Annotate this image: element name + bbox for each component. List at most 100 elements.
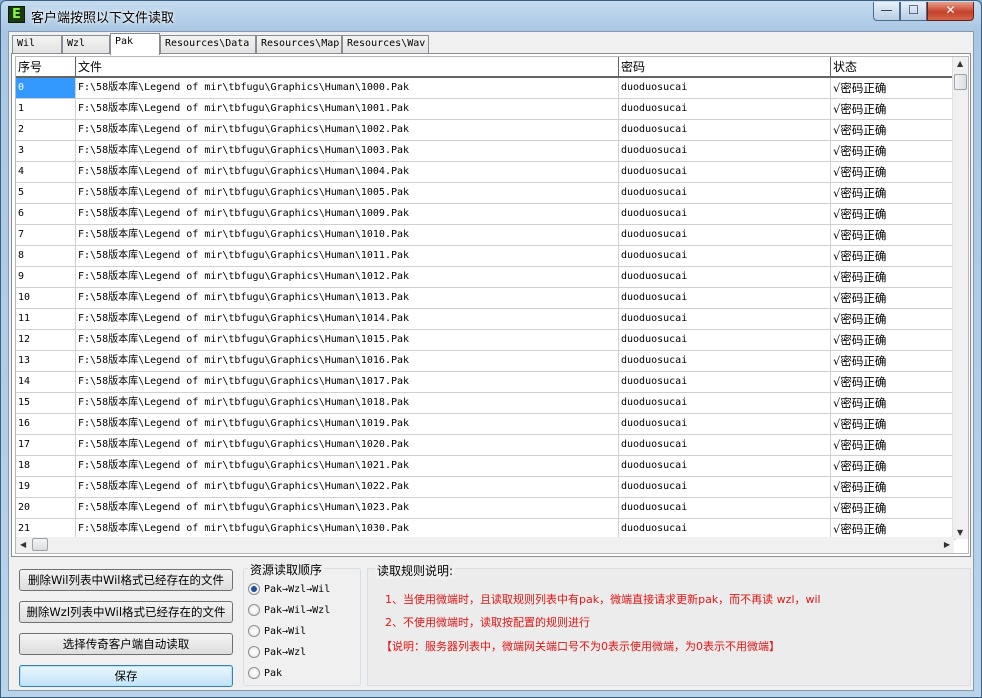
order-option-4[interactable]: Pak→Wzl [248,644,306,660]
column-header-file[interactable]: 文件 [76,57,619,77]
save-button[interactable]: 保存 [19,665,233,687]
cell-status: √密码正确 [831,351,956,371]
order-option-5[interactable]: Pak [248,665,282,681]
table-row[interactable]: 12 F:\58版本库\Legend of mir\tbfugu\Graphics… [16,330,956,351]
table-row[interactable]: 9 F:\58版本库\Legend of mir\tbfugu\Graphics\… [16,267,956,288]
table-row[interactable]: 4 F:\58版本库\Legend of mir\tbfugu\Graphics\… [16,162,956,183]
table-row[interactable]: 18 F:\58版本库\Legend of mir\tbfugu\Graphics… [16,456,956,477]
cell-status: √密码正确 [831,435,956,455]
delete-wzl-button[interactable]: 删除Wzl列表中Wil格式已经存在的文件 [19,601,233,623]
file-table[interactable]: 序号 文件 密码 状态 0 F:\58版本库\Legend of mir\tbfu… [15,56,969,554]
select-client-button[interactable]: 选择传奇客户端自动读取 [19,633,233,655]
minimize-button[interactable]: — [873,2,900,21]
cell-status: √密码正确 [831,204,956,224]
cell-password: duoduosucai [619,120,831,140]
order-option-label: Pak [264,667,283,679]
scroll-left-icon[interactable]: ◀ [20,540,26,549]
cell-index: 21 [16,519,76,539]
scroll-up-icon[interactable]: ▲ [957,59,963,68]
cell-file: F:\58版本库\Legend of mir\tbfugu\Graphics\H… [76,246,619,266]
cell-password: duoduosucai [619,183,831,203]
cell-password: duoduosucai [619,351,831,371]
cell-status: √密码正确 [831,120,956,140]
read-order-group: 资源读取顺序 Pak→Wzl→Wil Pak→Wil→Wzl Pak→Wil P… [243,561,361,686]
table-row[interactable]: 8 F:\58版本库\Legend of mir\tbfugu\Graphics\… [16,246,956,267]
table-row[interactable]: 20 F:\58版本库\Legend of mir\tbfugu\Graphics… [16,498,956,519]
table-row[interactable]: 5 F:\58版本库\Legend of mir\tbfugu\Graphics\… [16,183,956,204]
cell-status: √密码正确 [831,225,956,245]
tab-resources-map[interactable]: Resources\Map [256,35,342,53]
cell-password: duoduosucai [619,330,831,350]
cell-file: F:\58版本库\Legend of mir\tbfugu\Graphics\H… [76,99,619,119]
table-row[interactable]: 11 F:\58版本库\Legend of mir\tbfugu\Graphics… [16,309,956,330]
table-row[interactable]: 1 F:\58版本库\Legend of mir\tbfugu\Graphics\… [16,99,956,120]
cell-index: 19 [16,477,76,497]
cell-status: √密码正确 [831,309,956,329]
tab-resources-wav[interactable]: Resources\Wav [342,35,429,53]
cell-file: F:\58版本库\Legend of mir\tbfugu\Graphics\H… [76,183,619,203]
cell-index: 11 [16,309,76,329]
app-window: E 客户端按照以下文件读取 — ☐ ✕ Wil Wzl Pak Resource… [0,0,982,698]
table-row[interactable]: 17 F:\58版本库\Legend of mir\tbfugu\Graphics… [16,435,956,456]
order-option-1[interactable]: Pak→Wzl→Wil [248,581,330,597]
cell-index: 6 [16,204,76,224]
window-title: 客户端按照以下文件读取 [31,11,175,26]
table-row[interactable]: 15 F:\58版本库\Legend of mir\tbfugu\Graphics… [16,393,956,414]
table-row[interactable]: 19 F:\58版本库\Legend of mir\tbfugu\Graphics… [16,477,956,498]
table-row[interactable]: 6 F:\58版本库\Legend of mir\tbfugu\Graphics\… [16,204,956,225]
cell-file: F:\58版本库\Legend of mir\tbfugu\Graphics\H… [76,414,619,434]
vertical-scrollbar[interactable]: ▲ ▼ [952,57,968,539]
table-row[interactable]: 2 F:\58版本库\Legend of mir\tbfugu\Graphics\… [16,120,956,141]
cell-index: 12 [16,330,76,350]
cell-file: F:\58版本库\Legend of mir\tbfugu\Graphics\H… [76,477,619,497]
column-header-status[interactable]: 状态 [831,57,956,77]
cell-index: 15 [16,393,76,413]
radio-unchecked-icon[interactable] [248,667,260,679]
scroll-down-icon[interactable]: ▼ [957,528,963,537]
cell-password: duoduosucai [619,519,831,539]
cell-file: F:\58版本库\Legend of mir\tbfugu\Graphics\H… [76,78,619,98]
maximize-button[interactable]: ☐ [900,2,927,21]
tab-wzl[interactable]: Wzl [62,35,110,53]
order-option-label: Pak→Wil [264,625,307,637]
cell-status: √密码正确 [831,246,956,266]
app-icon: E [8,6,25,23]
delete-wil-button[interactable]: 删除Wil列表中Wil格式已经存在的文件 [19,569,233,591]
table-row[interactable]: 16 F:\58版本库\Legend of mir\tbfugu\Graphics… [16,414,956,435]
table-row[interactable]: 13 F:\58版本库\Legend of mir\tbfugu\Graphics… [16,351,956,372]
cell-password: duoduosucai [619,288,831,308]
tab-wil[interactable]: Wil [12,35,62,53]
table-row[interactable]: 7 F:\58版本库\Legend of mir\tbfugu\Graphics\… [16,225,956,246]
tab-resources-data[interactable]: Resources\Data [160,35,256,53]
order-option-2[interactable]: Pak→Wil→Wzl [248,602,330,618]
table-row[interactable]: 14 F:\58版本库\Legend of mir\tbfugu\Graphics… [16,372,956,393]
cell-password: duoduosucai [619,246,831,266]
radio-checked-icon[interactable] [248,583,260,595]
order-option-3[interactable]: Pak→Wil [248,623,306,639]
column-header-index[interactable]: 序号 [16,57,76,77]
scroll-right-icon[interactable]: ▶ [944,540,950,549]
table-row[interactable]: 10 F:\58版本库\Legend of mir\tbfugu\Graphics… [16,288,956,309]
radio-unchecked-icon[interactable] [248,625,260,637]
horizontal-scrollbar[interactable]: ◀ ▶ [16,537,954,553]
cell-file: F:\58版本库\Legend of mir\tbfugu\Graphics\H… [76,204,619,224]
cell-status: √密码正确 [831,267,956,287]
table-row[interactable]: 0 F:\58版本库\Legend of mir\tbfugu\Graphics\… [16,78,956,99]
cell-password: duoduosucai [619,309,831,329]
cell-status: √密码正确 [831,519,956,539]
vertical-scroll-thumb[interactable] [954,74,967,90]
horizontal-scroll-thumb[interactable] [32,538,48,551]
cell-index: 16 [16,414,76,434]
column-header-password[interactable]: 密码 [619,57,831,77]
radio-unchecked-icon[interactable] [248,646,260,658]
title-bar[interactable]: E 客户端按照以下文件读取 — ☐ ✕ [1,1,981,29]
cell-file: F:\58版本库\Legend of mir\tbfugu\Graphics\H… [76,225,619,245]
cell-status: √密码正确 [831,78,956,98]
tab-pak[interactable]: Pak [110,33,160,55]
close-button[interactable]: ✕ [927,2,974,21]
cell-password: duoduosucai [619,498,831,518]
cell-index: 2 [16,120,76,140]
radio-unchecked-icon[interactable] [248,604,260,616]
cell-status: √密码正确 [831,372,956,392]
table-row[interactable]: 3 F:\58版本库\Legend of mir\tbfugu\Graphics\… [16,141,956,162]
